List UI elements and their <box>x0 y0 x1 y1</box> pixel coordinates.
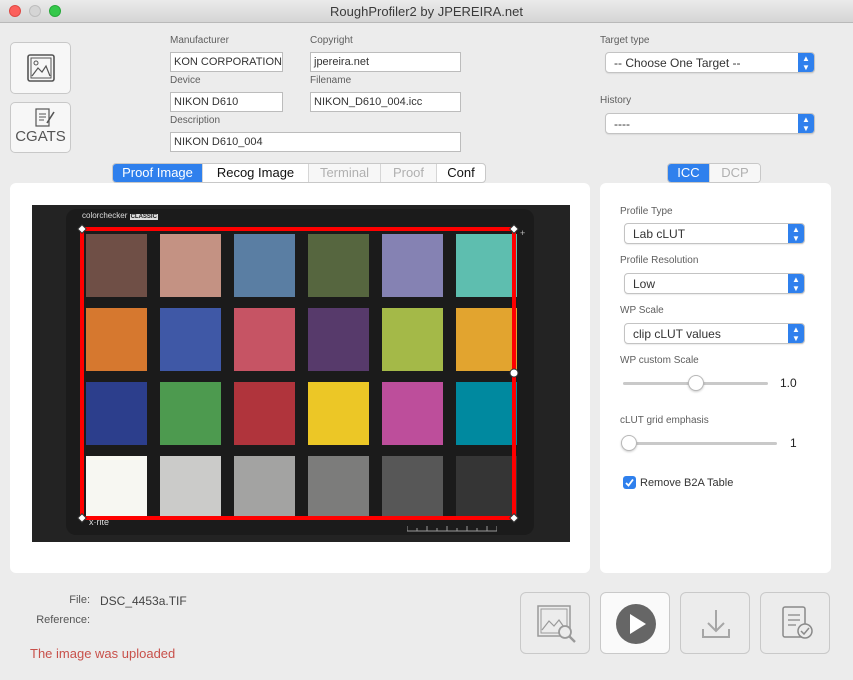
svg-text:+: + <box>520 228 525 238</box>
tab-proof[interactable]: Proof <box>381 164 437 182</box>
profile-resolution-value: Low <box>633 277 656 291</box>
profile-type-select[interactable]: Lab cLUT ▲ ▼ <box>624 223 805 244</box>
target-type-select[interactable]: -- Choose One Target -- ▲ ▼ <box>605 52 815 73</box>
filename-label: Filename <box>310 75 352 86</box>
file-value: DSC_4453a.TIF <box>100 594 187 608</box>
target-type-value: -- Choose One Target -- <box>614 56 741 70</box>
title-bar: RoughProfiler2 by JPEREIRA.net <box>0 0 853 23</box>
profile-type-label: Profile Type <box>620 206 673 217</box>
settings-panel: Profile Type Lab cLUT ▲ ▼ Profile Resolut… <box>600 183 831 573</box>
reference-label: Reference: <box>36 614 90 626</box>
chevron-updown-icon: ▲ ▼ <box>798 114 814 133</box>
wp-custom-scale-knob[interactable] <box>687 375 704 391</box>
file-label: File: <box>69 594 90 606</box>
copyright-field[interactable]: jpereira.net <box>310 52 461 72</box>
chevron-updown-icon: ▲ ▼ <box>798 53 814 72</box>
profile-format-tabs: ICC DCP <box>667 163 761 183</box>
tab-dcp[interactable]: DCP <box>710 164 760 182</box>
image-panel: colorchecker CLASSIC x·rite + <box>10 183 590 573</box>
checklist-icon <box>782 606 813 639</box>
wp-scale-select[interactable]: clip cLUT values ▲ ▼ <box>624 323 805 344</box>
inspect-image-button[interactable] <box>520 592 590 654</box>
tab-terminal[interactable]: Terminal <box>309 164 381 182</box>
view-tabs: Proof Image Recog Image Terminal Proof C… <box>112 163 486 183</box>
device-label: Device <box>170 75 201 86</box>
open-image-button[interactable] <box>10 42 71 94</box>
profile-resolution-label: Profile Resolution <box>620 255 699 266</box>
target-type-label: Target type <box>600 35 650 46</box>
chevron-updown-icon: ▲ ▼ <box>788 274 804 293</box>
tab-proof-image[interactable]: Proof Image <box>113 164 203 182</box>
description-field[interactable]: NIKON D610_004 <box>170 132 461 152</box>
window-title: RoughProfiler2 by JPEREIRA.net <box>330 4 523 19</box>
download-button[interactable] <box>680 592 750 654</box>
clut-grid-emphasis-slider[interactable] <box>623 442 777 445</box>
status-message: The image was uploaded <box>30 646 176 661</box>
image-icon <box>27 54 55 82</box>
cgats-button[interactable]: CGATS <box>10 102 71 153</box>
chevron-updown-icon: ▲ ▼ <box>788 224 804 243</box>
wp-scale-label: WP Scale <box>620 305 664 316</box>
clut-grid-emphasis-knob[interactable] <box>621 435 637 451</box>
profile-type-value: Lab cLUT <box>633 227 686 241</box>
proof-image[interactable]: colorchecker CLASSIC x·rite + <box>32 205 570 542</box>
tab-conf[interactable]: Conf <box>437 164 485 182</box>
wp-custom-scale-label: WP custom Scale <box>620 355 699 366</box>
filename-field[interactable]: NIKON_D610_004.icc <box>310 92 461 112</box>
history-select[interactable]: ---- ▲ ▼ <box>605 113 815 134</box>
tab-icc[interactable]: ICC <box>668 164 710 182</box>
manufacturer-label: Manufacturer <box>170 35 229 46</box>
device-field[interactable]: NIKON D610 <box>170 92 283 112</box>
cgats-label: CGATS <box>15 128 66 145</box>
history-label: History <box>600 95 632 106</box>
history-value: ---- <box>614 117 630 131</box>
wp-custom-scale-value: 1.0 <box>780 376 797 390</box>
play-icon <box>616 604 656 644</box>
remove-b2a-label: Remove B2A Table <box>640 477 734 489</box>
download-icon <box>702 610 730 638</box>
recognition-frame[interactable]: + <box>32 205 570 542</box>
profile-resolution-select[interactable]: Low ▲ ▼ <box>624 273 805 294</box>
remove-b2a-checkbox[interactable] <box>623 476 636 489</box>
clut-grid-emphasis-value: 1 <box>790 436 797 450</box>
tab-recog-image[interactable]: Recog Image <box>203 164 309 182</box>
report-button[interactable] <box>760 592 830 654</box>
manufacturer-field[interactable]: KON CORPORATION <box>170 52 283 72</box>
copyright-label: Copyright <box>310 35 353 46</box>
clut-grid-emphasis-label: cLUT grid emphasis <box>620 415 709 426</box>
checkmark-icon <box>625 478 634 487</box>
description-label: Description <box>170 115 221 126</box>
wp-scale-value: clip cLUT values <box>633 327 721 341</box>
run-button[interactable] <box>600 592 670 654</box>
image-search-icon <box>537 605 576 643</box>
chevron-updown-icon: ▲ ▼ <box>788 324 804 343</box>
